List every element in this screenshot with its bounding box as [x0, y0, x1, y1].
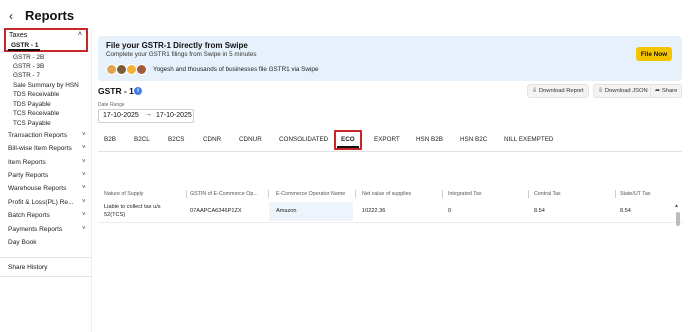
sidebar-item-profit-loss-reports[interactable]: Profit & Loss(PL) Re...: [8, 199, 74, 206]
avatar: [136, 64, 147, 75]
tab-b2cs[interactable]: B2CS: [168, 136, 184, 143]
page-title: Reports: [25, 8, 75, 23]
column-header[interactable]: State/UT Tax: [620, 191, 650, 197]
sidebar-item-item-reports[interactable]: Item Reports: [8, 159, 46, 166]
top-bar: ‹ Reports: [0, 0, 690, 30]
banner-subtitle: Complete your GSTR1 filings from Swipe i…: [106, 51, 257, 58]
column-header[interactable]: Central Tax: [534, 191, 561, 197]
column-separator[interactable]: [615, 190, 616, 198]
column-separator[interactable]: [442, 190, 443, 198]
sidebar-item-bill-wise-item-reports[interactable]: Bill-wise Item Reports: [8, 145, 72, 152]
sidebar-divider: [0, 257, 92, 258]
sidebar-item-gstr7[interactable]: GSTR - 7: [13, 72, 40, 79]
column-header[interactable]: Nature of Supply: [104, 191, 143, 197]
sidebar-item-tds-payable[interactable]: TDS Payable: [13, 101, 51, 108]
column-separator[interactable]: [528, 190, 529, 198]
sidebar-item-gstr3b[interactable]: GSTR - 3B: [13, 63, 44, 70]
table-header: Nature of Supply GSTIN of E-Commerce Op.…: [98, 188, 682, 200]
file-now-button[interactable]: File Now: [636, 47, 672, 61]
table-row[interactable]: Liable to collect tax u/s 52(TCS) 07AAPC…: [98, 201, 682, 223]
report-title: GSTR - 1: [98, 86, 134, 96]
share-icon: ➦: [655, 88, 660, 94]
tab-cdnur[interactable]: CDNUR: [239, 136, 262, 143]
sidebar-item-tcs-payable[interactable]: TCS Payable: [13, 120, 51, 127]
scroll-up-icon[interactable]: ▲: [674, 203, 679, 209]
tab-b2cl[interactable]: B2CL: [134, 136, 150, 143]
tab-eco[interactable]: ECO: [341, 136, 355, 143]
cell-state-tax: 8.54: [620, 208, 631, 214]
cell-net-value: 10222.36: [362, 208, 386, 214]
tab-consolidated[interactable]: CONSOLIDATED: [279, 136, 328, 143]
download-json-label: Download JSON: [604, 88, 648, 94]
tab-nill-exempted[interactable]: NILL EXEMPTED: [504, 136, 553, 143]
chevron-down-icon[interactable]: ˅: [82, 159, 86, 165]
gstr-banner: File your GSTR-1 Directly from Swipe Com…: [98, 36, 682, 81]
cell-nature-of-supply: Liable to collect tax u/s: [104, 204, 161, 210]
cell-central-tax: 8.54: [534, 208, 545, 214]
sidebar-divider: [0, 276, 92, 277]
date-from[interactable]: 17-10-2025: [103, 112, 139, 119]
chevron-down-icon[interactable]: ˅: [82, 212, 86, 218]
selected-underline: [8, 49, 40, 51]
date-range-label: Date Range: [98, 102, 125, 108]
tabs-divider: [98, 151, 682, 152]
cell-operator-name: Amazon: [276, 208, 297, 214]
sidebar-item-day-book[interactable]: Day Book: [8, 239, 37, 246]
column-header[interactable]: E-Commerce Operator Name: [276, 191, 345, 197]
sidebar-item-warehouse-reports[interactable]: Warehouse Reports: [8, 185, 66, 192]
tab-cdnr[interactable]: CDNR: [203, 136, 221, 143]
column-header[interactable]: Net value of supplies: [362, 191, 411, 197]
tab-hsn-b2c[interactable]: HSN B2C: [460, 136, 487, 143]
chevron-down-icon[interactable]: ˅: [82, 132, 86, 138]
column-separator[interactable]: [355, 190, 356, 198]
sidebar-item-batch-reports[interactable]: Batch Reports: [8, 212, 50, 219]
sidebar-item-share-history[interactable]: Share History: [8, 264, 47, 271]
download-icon: ⇩: [532, 88, 537, 94]
banner-title: File your GSTR-1 Directly from Swipe: [106, 41, 248, 50]
sidebar-item-gstr1[interactable]: GSTR - 1: [11, 42, 38, 49]
banner-note: Yogesh and thousands of businesses file …: [153, 66, 319, 73]
sidebar-item-transaction-reports[interactable]: Transaction Reports: [8, 132, 67, 139]
column-separator[interactable]: [186, 190, 187, 198]
info-icon[interactable]: i: [134, 87, 142, 95]
chevron-down-icon[interactable]: ˅: [82, 226, 86, 232]
share-button[interactable]: ➦ Share: [650, 84, 683, 98]
tab-export[interactable]: EXPORT: [374, 136, 400, 143]
active-tab-underline: [337, 146, 359, 148]
chevron-down-icon[interactable]: ˅: [82, 199, 86, 205]
sidebar-item-tcs-receivable[interactable]: TCS Receivable: [13, 110, 59, 117]
back-arrow-icon[interactable]: ‹: [9, 9, 13, 23]
chevron-down-icon[interactable]: ˅: [82, 172, 86, 178]
sidebar-item-sale-summary-hsn[interactable]: Sale Summary by HSN: [13, 82, 79, 89]
download-json-button[interactable]: ⇩ Download JSON: [593, 84, 653, 98]
date-to[interactable]: 17-10-2025: [156, 112, 192, 119]
cell-integrated-tax: 0: [448, 208, 452, 214]
tab-hsn-b2b[interactable]: HSN B2B: [416, 136, 443, 143]
column-header[interactable]: Integrated Tax: [448, 191, 481, 197]
sidebar-item-payments-reports[interactable]: Payments Reports: [8, 226, 62, 233]
sidebar-item-tds-receivable[interactable]: TDS Receivable: [13, 91, 59, 98]
taxes-group-highlight: Taxes ˄ GSTR - 1: [4, 28, 88, 52]
sidebar: Taxes ˄ GSTR - 1 GSTR - 2B GSTR - 3B GST…: [0, 28, 92, 332]
sidebar-item-gstr2b[interactable]: GSTR - 2B: [13, 54, 44, 61]
scrollbar[interactable]: [676, 212, 680, 226]
column-separator[interactable]: [268, 190, 269, 198]
sidebar-group-taxes[interactable]: Taxes: [9, 32, 27, 39]
date-range-picker[interactable]: 17-10-2025 → 17-10-2025: [98, 109, 194, 123]
column-header[interactable]: GSTIN of E-Commerce Op...: [190, 191, 258, 197]
main-content: File your GSTR-1 Directly from Swipe Com…: [98, 30, 690, 332]
tab-b2b[interactable]: B2B: [104, 136, 116, 143]
download-report-label: Download Report: [538, 88, 584, 94]
cell-gstin: 07AAPCA6346P1ZX: [190, 208, 242, 214]
download-icon: ⇩: [598, 88, 603, 94]
chevron-down-icon[interactable]: ˅: [82, 185, 86, 191]
cell-nature-of-supply-cont: 52(TCS): [104, 212, 126, 218]
chevron-up-icon[interactable]: ˄: [78, 31, 82, 38]
download-report-button[interactable]: ⇩ Download Report: [527, 84, 589, 98]
chevron-down-icon[interactable]: ˅: [82, 145, 86, 151]
sidebar-item-party-reports[interactable]: Party Reports: [8, 172, 48, 179]
arrow-right-icon: →: [145, 111, 152, 118]
share-label: Share: [661, 88, 678, 94]
